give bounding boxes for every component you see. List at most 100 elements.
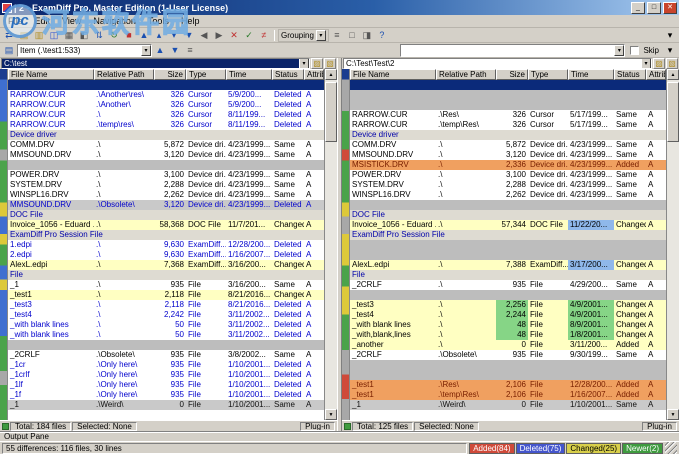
table-row[interactable]: _test1 .\Res\ 2,106 File 12/28/200... Added A — [350, 380, 666, 390]
table-row[interactable]: Invoice_1056 - Eduard ... .\ 58,368 DOC Fil… — [8, 220, 324, 230]
table-row[interactable]: Invoice_1056 - Eduard ... .\ 57,344 DOC Fil… — [350, 220, 666, 230]
table-row[interactable]: AlexL.edpi .\ 7,388 ExamDiff... 3/17/200... C… — [350, 260, 666, 270]
column-header-size[interactable]: Size — [496, 69, 528, 80]
column-header-file-name[interactable]: File Name — [350, 69, 436, 80]
filter-input[interactable] — [401, 44, 615, 56]
table-row[interactable]: MMSOUND.DRV .\ 3,120 Device dri...4/23/1999… — [350, 150, 666, 160]
column-header-attribu-[interactable]: Attribu... — [646, 69, 666, 80]
menu-view[interactable]: View — [56, 15, 87, 28]
table-row[interactable]: DOC File — [350, 210, 666, 220]
column-header-relative-path[interactable]: Relative Path — [436, 69, 496, 80]
table-row[interactable]: _with blank lines .\ 48 File 8/9/2001... Chan… — [350, 320, 666, 330]
options-icon[interactable]: ◨ — [360, 29, 374, 42]
open-right-folder-icon[interactable]: ▥ — [32, 29, 46, 42]
table-row[interactable]: ExamDiff Pro Session File — [350, 230, 666, 240]
refresh-icon[interactable]: ↻ — [107, 29, 121, 42]
table-row[interactable]: Device driver — [350, 130, 666, 140]
maximize-button[interactable]: □ — [647, 1, 661, 14]
vertical-scrollbar[interactable]: ▲ ▼ — [324, 69, 337, 420]
scroll-up-icon[interactable]: ▲ — [667, 69, 679, 80]
table-row[interactable] — [350, 240, 666, 250]
table-row[interactable]: _with blank lines .\ 50 File 3/11/2002... Del… — [8, 330, 324, 340]
column-header-attribu-[interactable]: Attribu... — [304, 69, 324, 80]
find-overflow-icon[interactable]: ▾ — [663, 44, 677, 57]
last-difference-icon[interactable]: ▼ — [182, 29, 196, 42]
table-row[interactable]: RARROW.CUR .\Res\ 326 Cursor 5/17/199... Same… — [350, 110, 666, 120]
column-header-time[interactable]: Time — [226, 69, 272, 80]
scroll-down-icon[interactable]: ▼ — [667, 409, 679, 420]
table-row[interactable]: WINSPL16.DRV .\ 2,262 Device dri...4/23/199… — [8, 190, 324, 200]
table-row[interactable] — [350, 100, 666, 110]
view-options-icon[interactable]: ≡ — [183, 44, 197, 57]
tree-view-icon[interactable]: ≡ — [330, 29, 344, 42]
table-row[interactable]: _with,blank,lines .\ 48 File 1/8/2001... Chan… — [350, 330, 666, 340]
table-row[interactable]: COMM.DRV .\ 5,872 Device dri...4/23/1999...… — [8, 140, 324, 150]
table-row[interactable]: _1lf .\Only here\ 935 File 1/10/2001... Delet… — [8, 380, 324, 390]
table-row[interactable]: 2.edpi .\ 9,630 ExamDiff... 1/16/2007... Dele… — [8, 250, 324, 260]
table-row[interactable] — [350, 370, 666, 380]
column-header-type[interactable]: Type — [186, 69, 226, 80]
table-row[interactable]: _test4 .\ 2,242 File 3/11/2002... Deleted A — [8, 310, 324, 320]
table-row[interactable]: _1crlf .\Only here\ 935 File 1/10/2001... Del… — [8, 370, 324, 380]
table-row[interactable]: 1.edpi .\ 9,630 ExamDiff... 12/28/200... Dele… — [8, 240, 324, 250]
first-difference-icon[interactable]: ▲ — [137, 29, 151, 42]
column-header-time[interactable]: Time — [568, 69, 614, 80]
table-row[interactable]: MMSOUND.DRV .\Obsolete\ 3,120 Device dri...… — [8, 200, 324, 210]
table-row[interactable]: _with blank lines .\ 50 File 3/11/2002... Del… — [8, 320, 324, 330]
table-row[interactable]: DOC File — [8, 210, 324, 220]
compare-icon[interactable]: ⇄ — [2, 29, 16, 42]
scrollbar-track[interactable] — [325, 80, 337, 409]
table-row[interactable]: Device driver — [8, 130, 324, 140]
table-row[interactable]: File — [350, 270, 666, 280]
table-row[interactable]: MSISTICK.DRV .\ 2,336 Device dri...4/23/199… — [350, 160, 666, 170]
table-row[interactable]: SYSTEM.DRV .\ 2,288 Device dri...4/23/1999.… — [350, 180, 666, 190]
show-identical-icon[interactable]: ✓ — [242, 29, 256, 42]
menu-file[interactable]: File — [2, 15, 29, 28]
table-row[interactable]: _1 .\ 935 File 3/16/200... Same A — [8, 280, 324, 290]
column-header-file-name[interactable]: File Name — [8, 69, 94, 80]
stop-icon[interactable]: ■ — [122, 29, 136, 42]
table-row[interactable]: RARROW.CUR .\temp\res\ 326 Cursor 8/11/199..… — [8, 120, 324, 130]
vertical-scrollbar[interactable]: ▲ ▼ — [666, 69, 679, 420]
table-row[interactable]: _test3 .\ 2,256 File 4/9/2001... Changed A — [350, 300, 666, 310]
recent-folders-icon[interactable]: ▧ — [324, 58, 336, 69]
table-row[interactable] — [8, 340, 324, 350]
filter-combo[interactable]: ▾ — [400, 43, 626, 57]
table-row[interactable]: COMM.DRV .\ 5,872 Device dri...4/23/1999...… — [350, 140, 666, 150]
table-row[interactable]: RARROW.CUR .\temp\Res\ 326 Cursor 5/17/199..… — [350, 120, 666, 130]
output-pane[interactable]: Output Pane — [0, 431, 679, 441]
show-different-icon[interactable]: ≠ — [257, 29, 271, 42]
previous-difference-icon[interactable]: ▴ — [152, 29, 166, 42]
table-row[interactable]: SYSTEM.DRV .\ 2,288 Device dri...4/23/1999.… — [8, 180, 324, 190]
scrollbar-track[interactable] — [667, 80, 679, 409]
copy-to-right-icon[interactable]: ▶ — [212, 29, 226, 42]
table-row[interactable] — [350, 290, 666, 300]
flat-view-icon[interactable]: □ — [345, 29, 359, 42]
next-difference-icon[interactable]: ▾ — [167, 29, 181, 42]
table-row[interactable]: ExamDiff Pro Session File — [8, 230, 324, 240]
column-header-type[interactable]: Type — [528, 69, 568, 80]
menu-help[interactable]: Help — [175, 15, 206, 28]
table-row[interactable]: RARROW.CUR .\Another\res\ 326 Cursor 5/9/200… — [8, 90, 324, 100]
find-combo[interactable]: ▾ — [17, 43, 152, 57]
table-row[interactable]: _1 .\Weird\ 0 File 1/10/2001... Same A — [8, 400, 324, 410]
table-row[interactable]: RARROW.CUR .\Another\ 326 Cursor 5/9/200... D… — [8, 100, 324, 110]
toolbar-overflow-icon[interactable]: ▾ — [663, 29, 677, 42]
table-row[interactable] — [350, 200, 666, 210]
minimize-button[interactable]: _ — [631, 1, 645, 14]
column-header-relative-path[interactable]: Relative Path — [94, 69, 154, 80]
help-icon[interactable]: ? — [375, 29, 389, 42]
recent-folders-icon[interactable]: ▧ — [666, 58, 678, 69]
chevron-down-icon[interactable]: ▾ — [614, 44, 625, 56]
diff-map[interactable] — [342, 69, 350, 420]
table-row[interactable] — [8, 160, 324, 170]
menu-edit[interactable]: Edit — [29, 15, 57, 28]
print-icon[interactable]: ▦ — [62, 29, 76, 42]
table-row[interactable]: AlexL.edpi .\ 7,368 ExamDiff... 3/16/200... C… — [8, 260, 324, 270]
swap-panes-icon[interactable]: ⇅ — [92, 29, 106, 42]
table-row[interactable] — [350, 80, 666, 90]
table-row[interactable]: _1 .\Weird\ 0 File 1/10/2001... Same A — [350, 400, 666, 410]
column-header-status[interactable]: Status — [272, 69, 304, 80]
table-row[interactable]: WINSPL16.DRV .\ 2,262 Device dri...4/23/199… — [350, 190, 666, 200]
table-row[interactable]: _test1 .\temp\Res\ 2,106 File 1/16/2007... Ad… — [350, 390, 666, 400]
